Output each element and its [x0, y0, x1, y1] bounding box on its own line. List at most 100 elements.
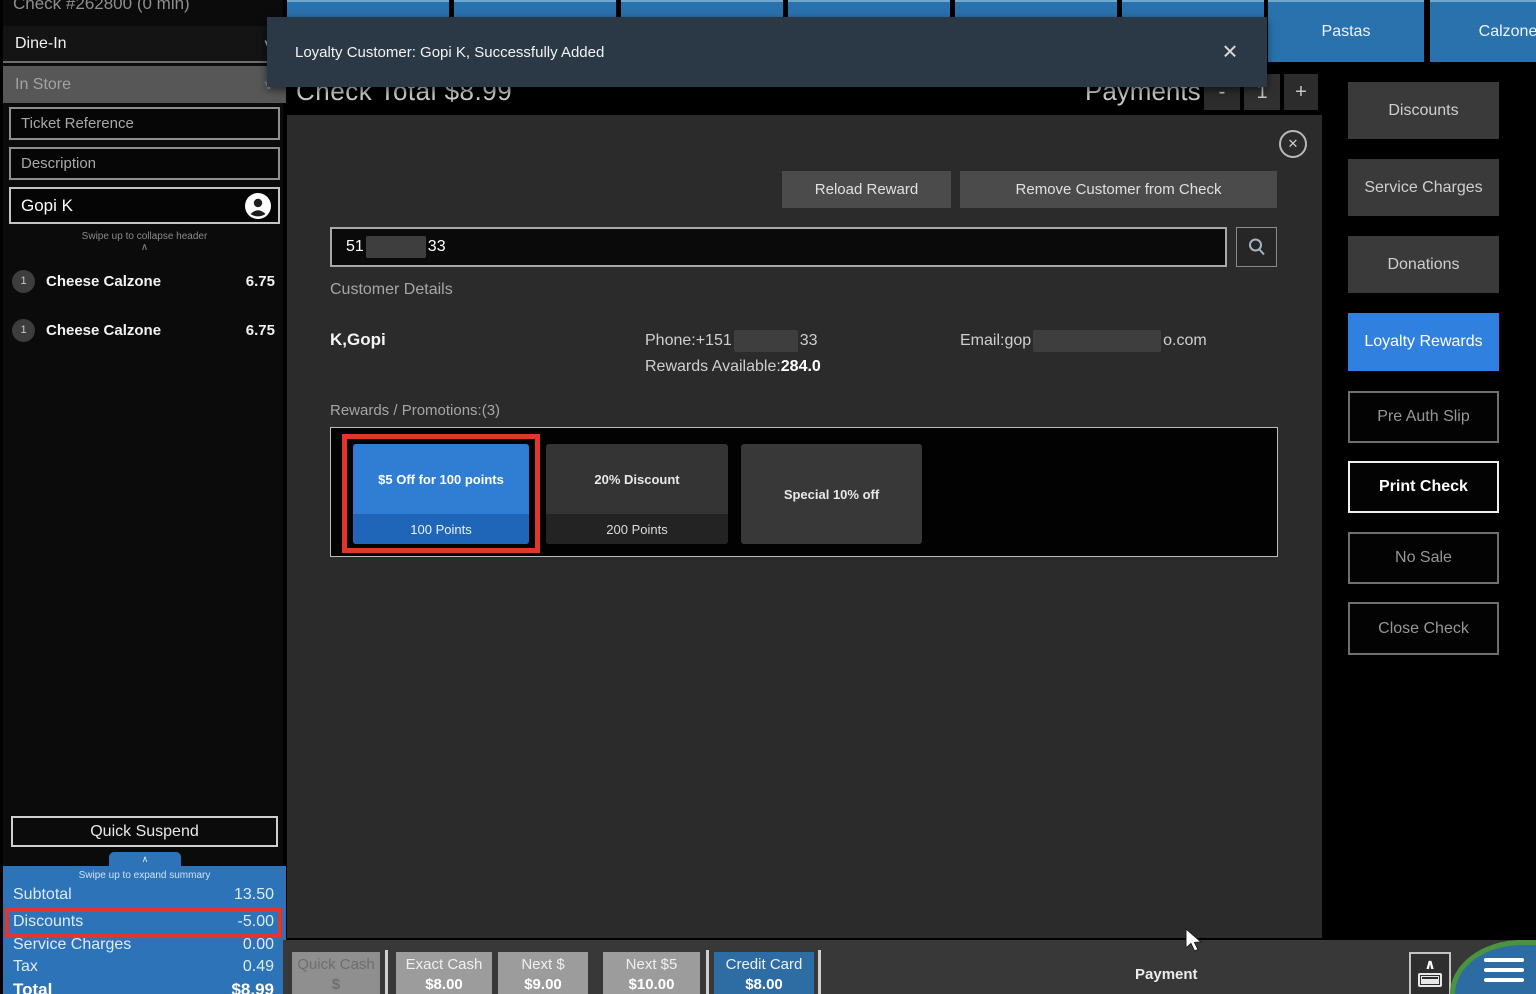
- donations-button[interactable]: Donations: [1348, 236, 1499, 293]
- item-price: 6.75: [246, 273, 275, 290]
- search-button[interactable]: [1236, 227, 1277, 267]
- next-five-button[interactable]: Next $5 $10.00: [603, 952, 700, 994]
- service-charges-button[interactable]: Service Charges: [1348, 159, 1499, 216]
- redaction-block: [734, 330, 798, 352]
- payment-section-label: Payment: [1135, 966, 1198, 983]
- keyboard-icon: [1418, 973, 1442, 987]
- toast-notification: Loyalty Customer: Gopi K, Successfully A…: [267, 17, 1267, 87]
- order-item-row[interactable]: 1 Cheese Calzone 6.75: [3, 312, 286, 348]
- payments-increment-button[interactable]: +: [1284, 74, 1318, 110]
- description-input[interactable]: [9, 147, 280, 180]
- summary-expand-hint: Swipe up to expand summary: [3, 870, 286, 881]
- reload-reward-label: Reload Reward: [815, 181, 918, 198]
- reward-card-5-off[interactable]: $5 Off for 100 points 100 Points: [353, 444, 529, 544]
- toast-close-icon[interactable]: ✕: [1215, 40, 1245, 65]
- chevron-up-icon: ∧: [142, 854, 149, 865]
- panel-close-icon[interactable]: ✕: [1279, 130, 1307, 158]
- order-type-dropdown[interactable]: Dine-In ∨: [3, 26, 286, 63]
- quick-cash-label: Quick Cash: [297, 956, 375, 973]
- summary-row-service-charges: Service Charges 0.00: [13, 936, 274, 954]
- order-type-value: Dine-In: [15, 35, 67, 53]
- toast-message: Loyalty Customer: Gopi K, Successfully A…: [295, 44, 604, 61]
- quick-cash-value: $: [292, 976, 380, 993]
- tab-pastas[interactable]: Pastas: [1268, 0, 1424, 62]
- customer-phone: Phone:+151 33: [645, 330, 818, 352]
- order-sidebar: Check #262800 (0 min) Dine-In ∨ In Store…: [0, 0, 283, 994]
- summary-value: 0.00: [243, 936, 274, 954]
- reward-points: 200 Points: [546, 514, 728, 544]
- divider: [818, 950, 821, 994]
- print-check-button[interactable]: Print Check: [1348, 461, 1499, 513]
- loyalty-rewards-label: Loyalty Rewards: [1364, 333, 1482, 351]
- order-mode-dropdown[interactable]: In Store ∨: [3, 66, 286, 103]
- exact-cash-value: $8.00: [396, 976, 492, 993]
- quick-suspend-button[interactable]: Quick Suspend: [11, 816, 278, 847]
- next-five-label: Next $5: [626, 956, 678, 973]
- search-value-suffix: 33: [428, 238, 446, 256]
- tab-calzone[interactable]: Calzone: [1430, 0, 1536, 62]
- summary-label: Service Charges: [13, 936, 131, 954]
- rewards-list: $5 Off for 100 points 100 Points 20% Dis…: [330, 427, 1278, 557]
- divider: [385, 950, 388, 994]
- item-name: Cheese Calzone: [46, 322, 161, 339]
- item-name: Cheese Calzone: [46, 273, 161, 290]
- tab-pastas-label: Pastas: [1322, 23, 1371, 41]
- reward-card-special-10-off[interactable]: Special 10% off: [741, 444, 922, 544]
- reward-title: 20% Discount: [546, 444, 728, 514]
- customer-email: Email:gop o.com: [960, 330, 1207, 352]
- reload-reward-button[interactable]: Reload Reward: [782, 171, 951, 208]
- no-sale-button[interactable]: No Sale: [1348, 532, 1499, 584]
- print-check-label: Print Check: [1379, 478, 1468, 496]
- remove-customer-button[interactable]: Remove Customer from Check: [960, 171, 1277, 208]
- summary-label: Total: [13, 980, 52, 994]
- credit-card-button[interactable]: Credit Card $8.00: [714, 952, 814, 994]
- collapse-header-hint: Swipe up to collapse header: [3, 231, 286, 242]
- customer-name: K,Gopi: [330, 330, 386, 350]
- item-qty-badge: 1: [12, 270, 35, 293]
- summary-value: $8.99: [231, 980, 274, 994]
- quick-cash-button[interactable]: Quick Cash $: [292, 952, 380, 994]
- no-sale-label: No Sale: [1395, 549, 1452, 567]
- summary-label: Tax: [13, 958, 38, 976]
- payment-bar: Quick Cash $ Exact Cash $8.00 Next $ $9.…: [283, 940, 1536, 994]
- reward-title: $5 Off for 100 points: [353, 444, 529, 514]
- close-check-button[interactable]: Close Check: [1348, 602, 1499, 655]
- pre-auth-slip-button[interactable]: Pre Auth Slip: [1348, 391, 1499, 443]
- reward-points: 100 Points: [353, 514, 529, 544]
- search-value-prefix: 51: [346, 238, 364, 256]
- search-icon: [1247, 237, 1267, 257]
- keyboard-toggle-button[interactable]: ∧: [1409, 952, 1451, 994]
- exact-cash-button[interactable]: Exact Cash $8.00: [396, 952, 492, 994]
- discounts-button[interactable]: Discounts: [1348, 82, 1499, 139]
- reward-title: Special 10% off: [741, 444, 922, 544]
- pre-auth-slip-label: Pre Auth Slip: [1377, 408, 1470, 426]
- rewards-available-value: 284.0: [781, 358, 821, 375]
- discounts-label: Discounts: [1388, 102, 1458, 120]
- credit-card-value: $8.00: [714, 976, 814, 993]
- pos-screen: Pastas Calzone Check Total $8.99 Payment…: [0, 0, 1536, 994]
- order-item-row[interactable]: 1 Cheese Calzone 6.75: [3, 263, 286, 299]
- loyalty-customer-field[interactable]: Gopi K: [9, 187, 280, 224]
- summary-expand-handle[interactable]: ∧: [109, 852, 181, 867]
- hamburger-icon: [1484, 968, 1524, 972]
- remove-customer-label: Remove Customer from Check: [1016, 181, 1222, 198]
- divider: [706, 950, 709, 994]
- item-qty-badge: 1: [12, 319, 35, 342]
- rewards-available: Rewards Available:284.0: [645, 358, 821, 376]
- summary-row-total: Total $8.99: [13, 980, 274, 994]
- donations-label: Donations: [1387, 256, 1459, 274]
- chevron-up-icon[interactable]: ∧: [3, 242, 286, 253]
- ticket-reference-input[interactable]: [9, 107, 280, 140]
- next-five-value: $10.00: [603, 976, 700, 993]
- redaction-block: [1033, 330, 1161, 352]
- person-icon[interactable]: [244, 192, 272, 220]
- redaction-block: [366, 236, 426, 258]
- next-dollar-button[interactable]: Next $ $9.00: [498, 952, 588, 994]
- customer-search-input[interactable]: 51 33: [330, 227, 1227, 267]
- close-check-label: Close Check: [1378, 620, 1469, 638]
- loyalty-rewards-button[interactable]: Loyalty Rewards: [1348, 313, 1499, 371]
- service-charges-label: Service Charges: [1364, 179, 1482, 197]
- reward-card-20-discount[interactable]: 20% Discount 200 Points: [546, 444, 728, 544]
- hamburger-icon: [1484, 958, 1524, 962]
- order-mode-value: In Store: [15, 76, 71, 94]
